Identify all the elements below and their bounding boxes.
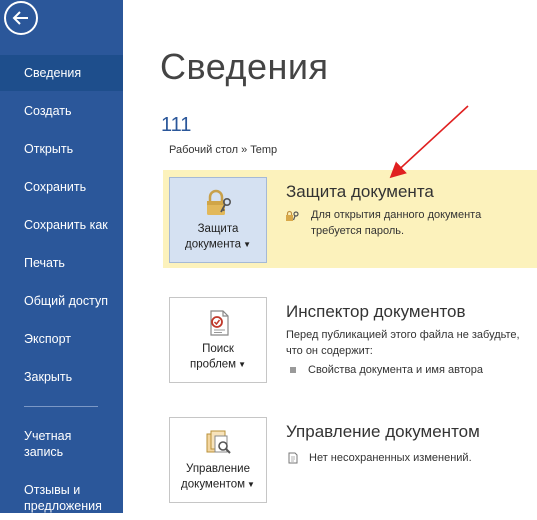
nav-item-close[interactable]: Закрыть (0, 359, 123, 395)
inspect-document-title: Инспектор документов (286, 302, 466, 321)
inspect-desc-line-2: что он содержит: (286, 345, 373, 357)
nav-item-open[interactable]: Открыть (0, 131, 123, 167)
inspect-document-icon (210, 310, 229, 336)
nav-item-print[interactable]: Печать (0, 245, 123, 281)
protect-desc-line-1: Для открытия данного документа (311, 209, 482, 221)
backstage-sidebar: Сведения Создать Открыть Сохранить Сохра… (0, 0, 123, 513)
protect-document-title: Защита документа (286, 182, 434, 201)
inspect-bullet-item: Свойства документа и имя автора (290, 364, 483, 376)
manage-bullet-item: Нет несохраненных изменений. (287, 452, 472, 464)
dropdown-caret-icon: ▼ (243, 240, 251, 249)
back-arrow-icon (12, 11, 28, 25)
manage-document-title: Управление документом (286, 422, 480, 441)
inspect-button-label-2: проблем (189, 358, 237, 371)
manage-button-label-1: Управление (186, 463, 250, 475)
document-name: 111 (161, 114, 192, 136)
manage-document-section: Управление документом ▼ Управление докуме… (163, 410, 537, 510)
dropdown-caret-icon: ▼ (238, 360, 247, 369)
manage-document-button[interactable]: Управление документом ▼ (169, 417, 267, 503)
bullet-square-icon (290, 367, 296, 374)
nav-item-save-as[interactable]: Сохранить как (0, 207, 123, 243)
protect-button-label-2: документа (185, 238, 242, 251)
nav-item-feedback[interactable]: Отзывы и предложения (0, 480, 123, 520)
document-small-icon (288, 452, 298, 464)
document-path[interactable]: Рабочий стол » Temp (169, 144, 277, 156)
manage-document-icon (206, 430, 231, 454)
protect-button-label-1: Защита (197, 223, 239, 235)
nav-separator (24, 406, 98, 407)
protect-desc-line-2: требуется пароль. (311, 225, 405, 237)
nav-item-account[interactable]: Учетная запись (0, 426, 123, 466)
nav-item-info[interactable]: Сведения (0, 55, 123, 91)
nav-item-save[interactable]: Сохранить (0, 169, 123, 205)
check-for-issues-button[interactable]: Поиск проблем ▼ (169, 297, 267, 383)
nav-item-export[interactable]: Экспорт (0, 321, 123, 357)
page-title: Сведения (160, 46, 329, 87)
inspect-button-label-1: Поиск (202, 343, 234, 355)
small-key-lock-icon (286, 210, 299, 221)
protect-document-button[interactable]: Защита документа ▼ (169, 177, 267, 263)
inspect-desc-line-1: Перед публикацией этого файла не забудьт… (286, 329, 520, 341)
nav-item-share[interactable]: Общий доступ (0, 283, 123, 319)
back-button[interactable] (4, 1, 38, 35)
manage-button-label-2: документом (181, 478, 246, 491)
nav-item-new[interactable]: Создать (0, 93, 123, 129)
protect-document-section: Защита документа ▼ Защита документа Для о… (163, 170, 537, 268)
dropdown-caret-icon: ▼ (247, 480, 255, 489)
lock-key-icon (207, 189, 231, 215)
inspect-document-section: Поиск проблем ▼ Инспектор документов Пере… (163, 290, 537, 390)
